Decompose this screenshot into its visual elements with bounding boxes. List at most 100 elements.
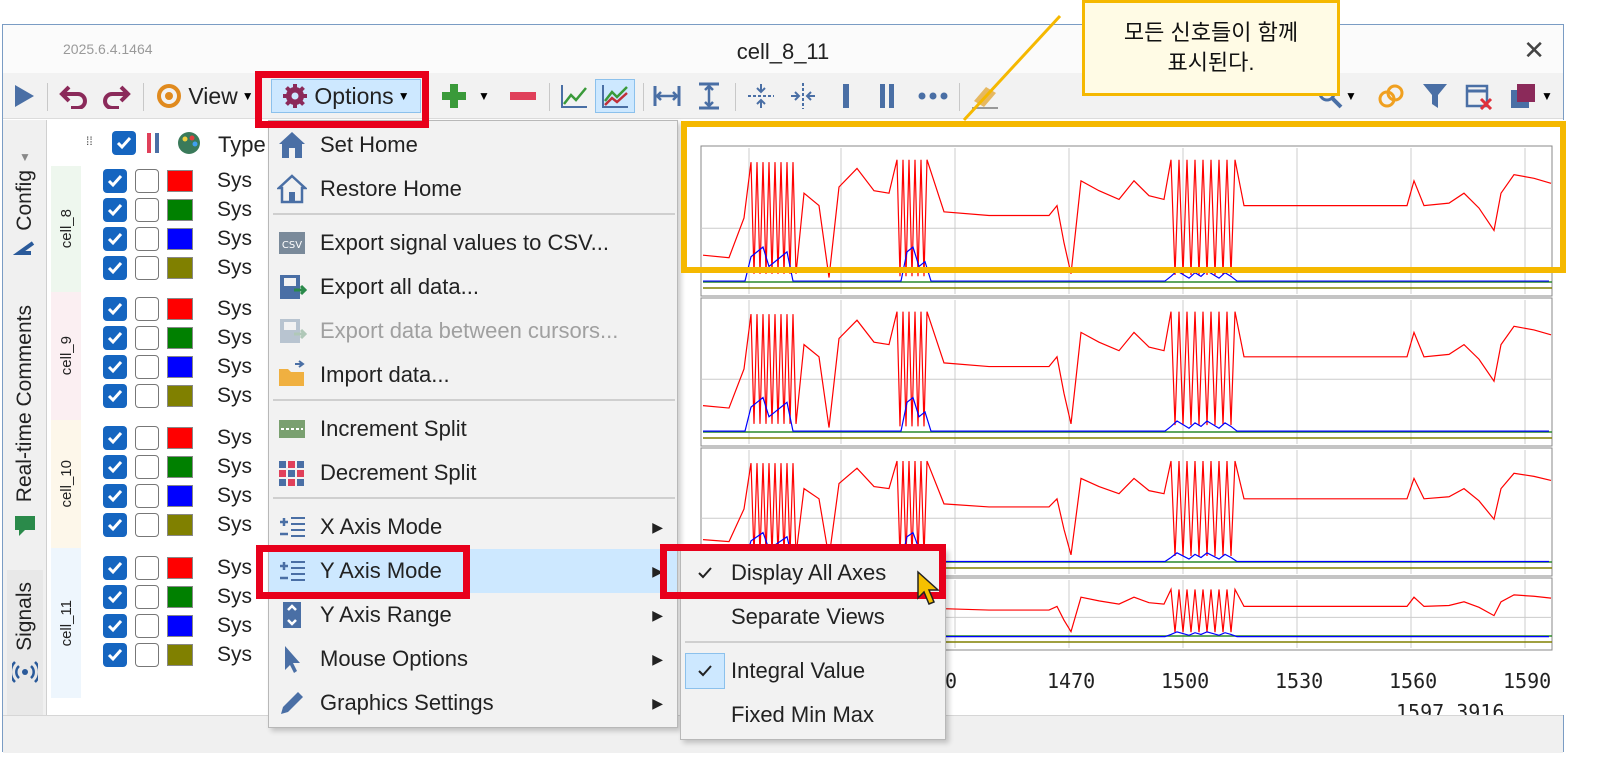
signal-visible-checkbox[interactable] (103, 613, 127, 638)
signal-axis-checkbox[interactable] (135, 512, 159, 537)
signal-row[interactable]: Sys (103, 294, 252, 323)
export-window-button[interactable]: ▼ (1503, 79, 1559, 113)
tab-real-time-comments[interactable]: Real-time Comments (7, 305, 43, 595)
signal-row[interactable]: Sys (103, 166, 252, 195)
submenu-item-fixed-min-max[interactable]: Fixed Min Max (681, 693, 945, 737)
signal-visible-checkbox[interactable] (103, 454, 127, 479)
signal-row[interactable]: Sys (103, 553, 252, 582)
clear-filter-icon[interactable] (1461, 79, 1497, 113)
signal-color-swatch[interactable] (167, 256, 193, 279)
signal-axis-checkbox[interactable] (135, 197, 159, 222)
signal-axis-checkbox[interactable] (135, 584, 159, 609)
submenu-item-integral-value[interactable]: Integral Value (681, 649, 945, 693)
signal-axis-checkbox[interactable] (135, 555, 159, 580)
signal-color-swatch[interactable] (167, 556, 193, 579)
menu-item-restore-home[interactable]: Restore Home (269, 167, 677, 211)
menu-item-y-axis-range[interactable]: Y Axis Range ▶ (269, 593, 677, 637)
close-icon[interactable]: ✕ (1523, 35, 1545, 66)
signal-axis-checkbox[interactable] (135, 325, 159, 350)
signal-row[interactable]: Sys (103, 640, 252, 669)
signal-row[interactable]: Sys (103, 253, 252, 282)
signal-color-swatch[interactable] (167, 426, 193, 449)
signal-visible-checkbox[interactable] (103, 325, 127, 350)
signal-color-swatch[interactable] (167, 513, 193, 536)
signal-group-label[interactable]: cell_10 (51, 420, 81, 548)
signal-visible-checkbox[interactable] (103, 197, 127, 222)
signal-row[interactable]: Sys (103, 481, 252, 510)
cursor-v-icon[interactable] (785, 79, 821, 113)
select-all-checkbox[interactable] (112, 131, 136, 155)
signal-axis-checkbox[interactable] (135, 483, 159, 508)
signal-row[interactable]: Sys (103, 582, 252, 611)
signal-visible-checkbox[interactable] (103, 383, 127, 408)
more-icon[interactable] (913, 79, 953, 113)
menu-item-mouse-options[interactable]: Mouse Options ▶ (269, 637, 677, 681)
tab-signals[interactable]: Signals (7, 570, 43, 715)
signal-color-swatch[interactable] (167, 643, 193, 666)
signal-axis-checkbox[interactable] (135, 425, 159, 450)
signal-axis-checkbox[interactable] (135, 354, 159, 379)
menu-item-export-data-between-cursors[interactable]: Export data between cursors... (269, 309, 677, 353)
signal-color-swatch[interactable] (167, 614, 193, 637)
signal-visible-checkbox[interactable] (103, 555, 127, 580)
single-axis-chart-icon[interactable] (557, 79, 591, 113)
signal-axis-checkbox[interactable] (135, 296, 159, 321)
view-button[interactable]: View ▼ (153, 79, 257, 113)
signal-row[interactable]: Sys (103, 195, 252, 224)
signal-color-swatch[interactable] (167, 384, 193, 407)
signal-group-label[interactable]: cell_11 (51, 548, 81, 698)
multi-axis-chart-icon[interactable] (595, 79, 635, 113)
signal-row[interactable]: Sys (103, 381, 252, 410)
signal-color-swatch[interactable] (167, 198, 193, 221)
fit-x-icon[interactable] (649, 79, 685, 113)
signal-visible-checkbox[interactable] (103, 483, 127, 508)
menu-item-set-home[interactable]: Set Home (269, 123, 677, 167)
remove-icon[interactable] (505, 79, 541, 113)
filter-icon[interactable] (1417, 79, 1453, 113)
signal-color-swatch[interactable] (167, 355, 193, 378)
signal-visible-checkbox[interactable] (103, 425, 127, 450)
signal-row[interactable]: Sys (103, 423, 252, 452)
menu-item-x-axis-mode[interactable]: X Axis Mode ▶ (269, 505, 677, 549)
redo-icon[interactable] (99, 79, 133, 113)
signal-row[interactable]: Sys (103, 352, 252, 381)
type-column-header[interactable]: Type (218, 132, 266, 158)
signal-color-swatch[interactable] (167, 326, 193, 349)
signal-group-label[interactable]: cell_8 (51, 166, 81, 292)
signal-color-swatch[interactable] (167, 297, 193, 320)
signal-axis-checkbox[interactable] (135, 168, 159, 193)
tab-config[interactable]: ▼ Config (7, 150, 43, 275)
link-icon[interactable] (1373, 79, 1409, 113)
signal-axis-checkbox[interactable] (135, 454, 159, 479)
palette-icon[interactable] (176, 130, 202, 156)
double-bar-icon[interactable] (869, 79, 905, 113)
signal-group-label[interactable]: cell_9 (51, 292, 81, 420)
fit-y-icon[interactable] (691, 79, 727, 113)
menu-item-increment-split[interactable]: Increment Split (269, 407, 677, 451)
signal-visible-checkbox[interactable] (103, 512, 127, 537)
signal-visible-checkbox[interactable] (103, 584, 127, 609)
submenu-item-separate-views[interactable]: Separate Views (681, 595, 945, 639)
signal-visible-checkbox[interactable] (103, 255, 127, 280)
signal-visible-checkbox[interactable] (103, 226, 127, 251)
signal-color-swatch[interactable] (167, 455, 193, 478)
signal-row[interactable]: Sys (103, 510, 252, 539)
signal-visible-checkbox[interactable] (103, 354, 127, 379)
signal-color-swatch[interactable] (167, 585, 193, 608)
play-icon[interactable] (9, 79, 39, 113)
signal-axis-checkbox[interactable] (135, 226, 159, 251)
undo-icon[interactable] (57, 79, 91, 113)
drag-handle-icon[interactable]: ⁞⁞ (86, 134, 93, 148)
signal-visible-checkbox[interactable] (103, 296, 127, 321)
signal-row[interactable]: Sys (103, 323, 252, 352)
menu-item-decrement-split[interactable]: Decrement Split (269, 451, 677, 495)
signal-color-swatch[interactable] (167, 227, 193, 250)
signal-visible-checkbox[interactable] (103, 168, 127, 193)
signal-axis-checkbox[interactable] (135, 642, 159, 667)
menu-item-export-signal-values-to-csv[interactable]: CSV Export signal values to CSV... (269, 221, 677, 265)
menu-item-graphics-settings[interactable]: Graphics Settings ▶ (269, 681, 677, 725)
signal-axis-checkbox[interactable] (135, 613, 159, 638)
signal-row[interactable]: Sys (103, 452, 252, 481)
menu-item-import-data[interactable]: Import data... (269, 353, 677, 397)
column-options-icon[interactable] (144, 130, 164, 156)
